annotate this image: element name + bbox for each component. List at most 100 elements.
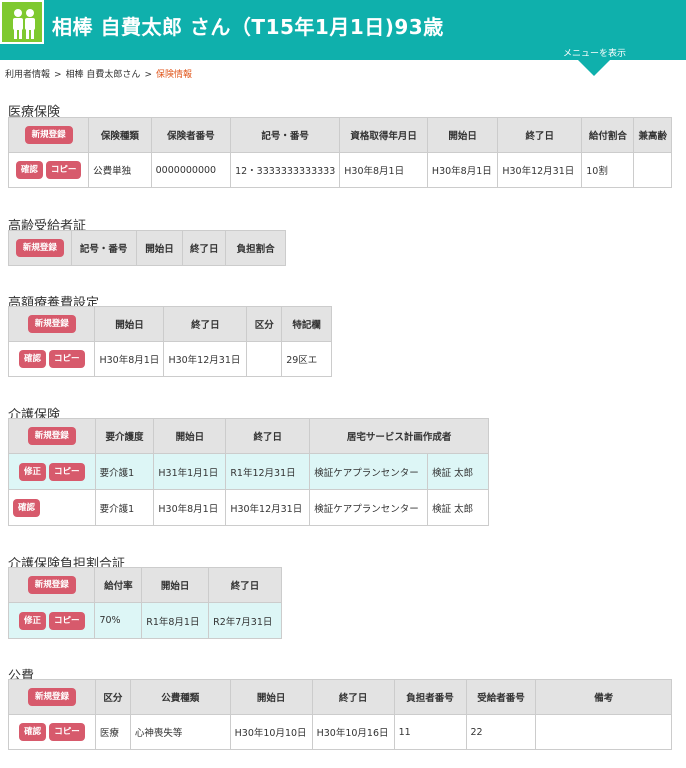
high-cost-copy-button[interactable]: コピー [48,350,85,368]
medical-header: 資格取得年月日 [339,117,428,153]
breadcrumb: 利用者情報 > 相棒 自費太郎さん > 保険情報 [5,67,192,80]
care-actions-cell: 修正 コピー [8,453,96,490]
care-cell: H30年12月31日 [225,489,311,526]
high-cost-header: 終了日 [163,306,248,342]
public-new-cell: 新規登録 [8,679,96,715]
page-title: 相棒 自費太郎 さん（T15年1月1日)93歳 [52,15,444,39]
elderly-header: 記号・番号 [70,230,137,266]
care-copy-button[interactable]: コピー [49,462,85,481]
medical-new-button[interactable]: 新規登録 [24,126,73,144]
care-burden-header: 給付率 [94,567,143,603]
public-header: 開始日 [229,679,313,715]
care-burden-header: 終了日 [208,567,282,603]
public-cell [535,714,672,750]
table-row: 修正 コピー 70% R1年8月1日 R2年7月31日 [7,602,282,639]
care-confirm-button[interactable]: 確認 [13,498,41,517]
menu-arrow-icon[interactable] [578,60,610,76]
public-cell: H30年10月16日 [311,714,395,750]
public-header: 受給者番号 [465,679,537,715]
care-burden-table: 新規登録 給付率 開始日 終了日 修正 コピー 70% R1年8月1日 R2年7月… [7,567,282,639]
high-cost-cell [246,341,283,377]
table-row: 修正 コピー 要介護1 H31年1月1日 R1年12月31日 検証ケアプランセンタ… [8,453,489,490]
public-confirm-button[interactable]: 確認 [19,723,47,741]
high-cost-new-cell: 新規登録 [7,306,96,342]
care-burden-edit-button[interactable]: 修正 [18,611,46,630]
elderly-header: 負担割合 [225,230,286,266]
high-cost-cell: 29区エ [281,341,332,377]
medical-cell: H30年8月1日 [426,152,499,188]
medical-confirm-button[interactable]: 確認 [15,161,43,179]
public-header: 負担者番号 [393,679,467,715]
care-cell: 検証ケアプランセンター [309,453,429,490]
care-burden-cell: R1年8月1日 [141,602,210,639]
table-row: 確認 コピー 公費単独 0000000000 12・3333333333333 H… [7,152,672,188]
table-row: 確認 コピー 医療 心神喪失等 H30年10月10日 H30年10月16日 11 … [8,714,672,750]
elderly-new-button[interactable]: 新規登録 [15,239,64,257]
medical-header: 保険者番号 [150,117,232,153]
breadcrumb-user-name[interactable]: 相棒 自費太郎さん [66,70,141,80]
care-burden-cell: 70% [94,602,143,639]
page-header: 相棒 自費太郎 さん（T15年1月1日)93歳 メニューを表示 [0,0,686,60]
care-edit-button[interactable]: 修正 [19,462,47,481]
care-header: 終了日 [225,418,311,454]
persons-icon [13,9,35,39]
breadcrumb-user-info[interactable]: 利用者情報 [5,70,50,80]
medical-header: 記号・番号 [230,117,341,153]
high-cost-header: 開始日 [94,306,165,342]
care-cell: H31年1月1日 [153,453,227,490]
care-cell: 検証 太郎 [427,453,489,490]
care-cell: 要介護1 [94,489,155,526]
care-header: 居宅サービス計画作成者 [309,418,489,454]
care-header: 要介護度 [94,418,155,454]
breadcrumb-current: 保険情報 [155,70,192,80]
care-burden-copy-button[interactable]: コピー [48,611,85,630]
care-cell: H30年8月1日 [153,489,227,526]
care-burden-header: 開始日 [141,567,210,603]
medical-cell: H30年12月31日 [497,152,583,188]
high-cost-actions-cell: 確認 コピー [7,341,96,377]
medical-header: 保険種類 [88,117,152,153]
medical-new-cell: 新規登録 [7,117,90,153]
medical-cell [633,152,672,188]
medical-actions-cell: 確認 コピー [7,152,90,188]
elderly-header: 開始日 [135,230,184,266]
breadcrumb-separator: > [144,70,152,80]
high-cost-table: 新規登録 開始日 終了日 区分 特記欄 確認 コピー H30年8月1日 H30年1… [7,306,332,377]
care-new-cell: 新規登録 [8,418,96,454]
public-header: 終了日 [311,679,395,715]
public-cell: 22 [465,714,537,750]
medical-cell: 10割 [581,152,635,188]
care-cell: 要介護1 [94,453,155,490]
high-cost-header: 特記欄 [281,306,332,342]
table-row: 確認 コピー H30年8月1日 H30年12月31日 29区エ [7,341,332,377]
medical-cell: 0000000000 [150,152,232,188]
care-cell: 検証ケアプランセンター [309,489,429,526]
high-cost-new-button[interactable]: 新規登録 [27,315,76,333]
medical-table: 新規登録 保険種類 保険者番号 記号・番号 資格取得年月日 開始日 終了日 給付… [7,117,672,188]
medical-copy-button[interactable]: コピー [45,161,82,179]
care-burden-new-button[interactable]: 新規登録 [27,576,76,594]
public-header: 備考 [535,679,672,715]
medical-header: 給付割合 [581,117,635,153]
public-copy-button[interactable]: コピー [49,723,85,741]
care-cell: R1年12月31日 [225,453,311,490]
care-new-button[interactable]: 新規登録 [27,427,76,445]
medical-cell: 公費単独 [88,152,152,188]
care-header: 開始日 [153,418,227,454]
high-cost-confirm-button[interactable]: 確認 [18,350,46,368]
elderly-header: 終了日 [182,230,227,266]
high-cost-header: 区分 [246,306,283,342]
care-table: 新規登録 要介護度 開始日 終了日 居宅サービス計画作成者 修正 コピー 要介護1… [8,418,489,526]
medical-header: 兼高齢 [633,117,672,153]
medical-header: 開始日 [426,117,499,153]
care-burden-cell: R2年7月31日 [208,602,282,639]
user-avatar [0,0,44,44]
medical-cell: H30年8月1日 [339,152,428,188]
public-cell: 医療 [94,714,131,750]
public-table: 新規登録 区分 公費種類 開始日 終了日 負担者番号 受給者番号 備考 確認 コピ… [8,679,672,750]
elderly-new-cell: 新規登録 [8,230,72,266]
elderly-table: 新規登録 記号・番号 開始日 終了日 負担割合 [8,230,286,266]
public-new-button[interactable]: 新規登録 [27,688,76,706]
show-menu-button[interactable]: メニューを表示 [563,46,626,59]
medical-cell: 12・3333333333333 [230,152,341,188]
